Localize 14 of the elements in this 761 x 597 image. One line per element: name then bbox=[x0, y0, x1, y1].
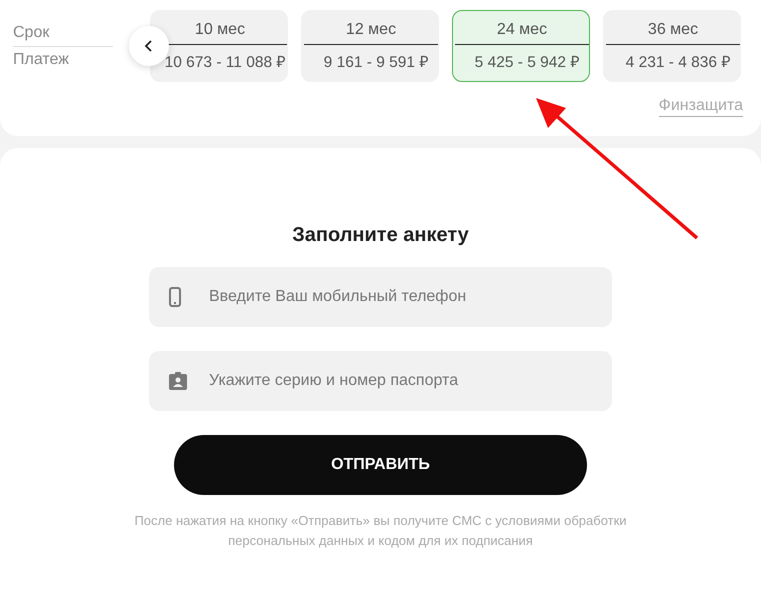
submit-button[interactable]: ОТПРАВИТЬ bbox=[174, 435, 587, 495]
term-option[interactable]: 36 мес 4 231 - 4 836 ₽ bbox=[603, 10, 741, 82]
passport-field[interactable]: Укажите серию и номер паспорта bbox=[149, 351, 612, 411]
payment-label: Платеж bbox=[13, 50, 70, 70]
id-badge-icon bbox=[169, 372, 187, 390]
consent-note: После нажатия на кнопку «Отправить» вы получите СМС с условиями обработки персональных данных и кодом для их подписания bbox=[133, 512, 628, 550]
form-title: Заполните анкету bbox=[292, 224, 469, 247]
term-option[interactable]: 12 мес 9 161 - 9 591 ₽ bbox=[301, 10, 439, 82]
chevron-left-icon bbox=[144, 39, 154, 53]
term-label: Срок bbox=[13, 21, 113, 47]
phone-field[interactable]: Введите Ваш мобильный телефон bbox=[149, 267, 612, 327]
phone-icon bbox=[169, 287, 181, 307]
term-option[interactable]: 10 мес 10 673 - 11 088 ₽ bbox=[150, 10, 288, 82]
term-option[interactable]: 24 мес 5 425 - 5 942 ₽ bbox=[452, 10, 590, 82]
